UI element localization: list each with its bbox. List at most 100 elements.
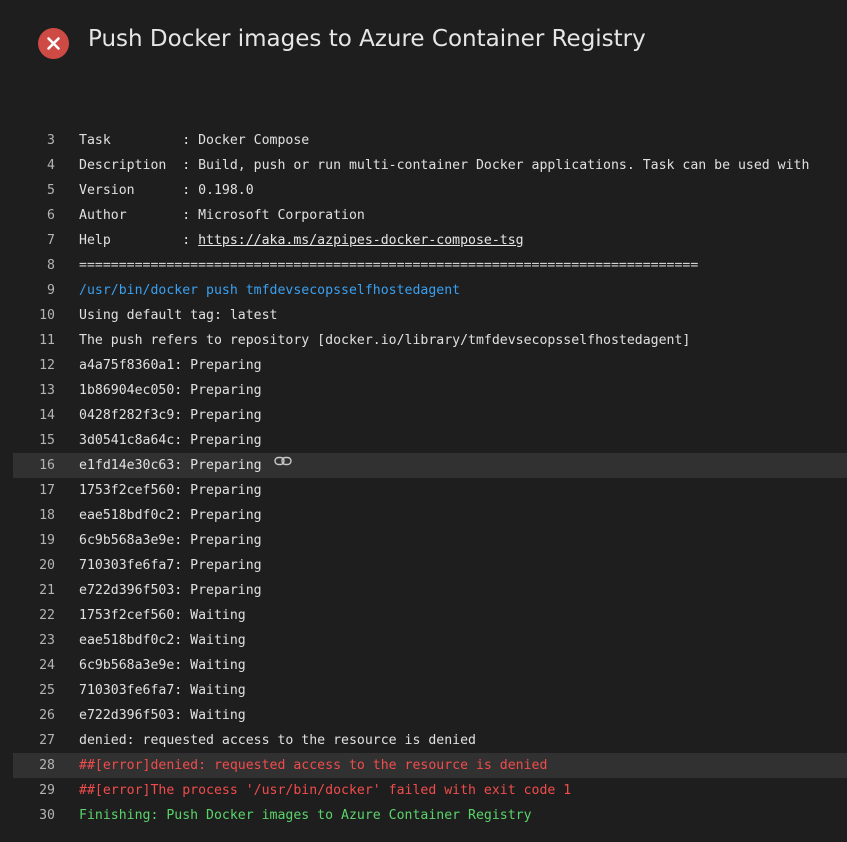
log-line[interactable]: 5 Version : 0.198.0 [0,178,847,203]
log-line-content: e722d396f503: Waiting [79,708,246,723]
log-line-text: eae518bdf0c2: Waiting [79,628,246,653]
log-line[interactable]: 18 eae518bdf0c2: Preparing [0,503,847,528]
log-line-content: a4a75f8360a1: Preparing [79,358,262,373]
help-link[interactable]: https://aka.ms/azpipes-docker-compose-ts… [198,233,524,248]
log-line[interactable]: 13 1b86904ec050: Preparing [0,378,847,403]
log-line[interactable]: 29 ##[error]The process '/usr/bin/docker'… [0,778,847,803]
log-line[interactable]: 17 1753f2cef560: Preparing [0,478,847,503]
line-number[interactable]: 9 [37,278,55,303]
log-line[interactable]: 15 3d0541c8a64c: Preparing [0,428,847,453]
link-icon[interactable] [273,453,292,476]
log-line[interactable]: 16 e1fd14e30c63: Preparing [13,453,847,478]
log-line-content: Finishing: Push Docker images to Azure C… [79,808,532,823]
log-line-text: 1753f2cef560: Preparing [79,478,262,503]
log-line[interactable]: 14 0428f282f3c9: Preparing [0,403,847,428]
log-line-content: Description : Build, push or run multi-c… [79,158,810,173]
log-line[interactable]: 7 Help : https://aka.ms/azpipes-docker-co… [0,228,847,253]
line-number[interactable]: 23 [37,628,55,653]
log-line[interactable]: 4 Description : Build, push or run multi-… [0,153,847,178]
log-line-text: 710303fe6fa7: Preparing [79,553,262,578]
log-line-text: ##[error]denied: requested access to the… [79,753,547,778]
log-line[interactable]: 22 1753f2cef560: Waiting [0,603,847,628]
log-line[interactable]: 10 Using default tag: latest [0,303,847,328]
log-line-text: Description : Build, push or run multi-c… [79,153,809,178]
line-number[interactable]: 3 [37,128,55,153]
log-line[interactable]: 9/usr/bin/docker push tmfdevsecopsselfho… [0,278,847,303]
log-line[interactable]: 23 eae518bdf0c2: Waiting [0,628,847,653]
log-line[interactable]: 28 ##[error]denied: requested access to t… [13,753,847,778]
line-number[interactable]: 7 [37,228,55,253]
line-number[interactable]: 27 [37,728,55,753]
log-line[interactable]: 20 710303fe6fa7: Preparing [0,553,847,578]
log-line[interactable]: 26 e722d396f503: Waiting [0,703,847,728]
log-line[interactable]: 27 denied: requested access to the resour… [0,728,847,753]
log-line-text: 0428f282f3c9: Preparing [79,403,262,428]
log-line-content: Using default tag: latest [79,308,278,323]
line-number[interactable]: 19 [37,528,55,553]
log-line-text: The push refers to repository [docker.io… [79,328,690,353]
log-line-text: 3d0541c8a64c: Preparing [79,428,262,453]
log-line[interactable]: 6 Author : Microsoft Corporation [0,203,847,228]
log-line-text: 710303fe6fa7: Waiting [79,678,246,703]
log-line-text: 1b86904ec050: Preparing [79,378,262,403]
log-line-content: 710303fe6fa7: Waiting [79,683,246,698]
page-title: Push Docker images to Azure Container Re… [88,26,646,52]
log-line-content: Help : [79,233,199,248]
log-line-text: Help : https://aka.ms/azpipes-docker-com… [79,228,524,253]
log-line-content: 1b86904ec050: Preparing [79,383,262,398]
line-number[interactable]: 25 [37,678,55,703]
line-number[interactable]: 15 [37,428,55,453]
line-number[interactable]: 21 [37,578,55,603]
line-number[interactable]: 30 [37,803,55,828]
line-number[interactable]: 22 [37,603,55,628]
line-number[interactable]: 12 [37,353,55,378]
log-line[interactable]: 19 6c9b568a3e9e: Preparing [0,528,847,553]
log-line-text: 1753f2cef560: Waiting [79,603,246,628]
log-line-content: ##[error]denied: requested access to the… [79,758,548,773]
log-line-content: Task : Docker Compose [79,133,310,148]
log-line[interactable]: 12 a4a75f8360a1: Preparing [0,353,847,378]
line-number[interactable]: 13 [37,378,55,403]
log-line-content: 1753f2cef560: Waiting [79,608,246,623]
line-number[interactable]: 4 [37,153,55,178]
log-line-content: /usr/bin/docker push tmfdevsecopsselfhos… [79,283,461,298]
log-line[interactable]: 24 6c9b568a3e9e: Waiting [0,653,847,678]
log-line[interactable]: 21 e722d396f503: Preparing [0,578,847,603]
line-number[interactable]: 8 [37,253,55,278]
log-header: Push Docker images to Azure Container Re… [0,0,847,86]
log-line-text: Finishing: Push Docker images to Azure C… [79,803,532,828]
log-line[interactable]: 30 Finishing: Push Docker images to Azure… [0,803,847,828]
log-line[interactable]: 3 Task : Docker Compose [0,128,847,153]
log-line-text: Version : 0.198.0 [79,178,254,203]
log-line-text: Task : Docker Compose [79,128,309,153]
log-line-content: 0428f282f3c9: Preparing [79,408,262,423]
log-line-content: Version : 0.198.0 [79,183,254,198]
line-number[interactable]: 14 [37,403,55,428]
line-number[interactable]: 29 [37,778,55,803]
line-number[interactable]: 16 [37,453,55,478]
log-line-content: ##[error]The process '/usr/bin/docker' f… [79,783,572,798]
log-line-text: 6c9b568a3e9e: Waiting [79,653,246,678]
log-line-text: ##[error]The process '/usr/bin/docker' f… [79,778,571,803]
log-line-content: Author : Microsoft Corporation [79,208,365,223]
line-number[interactable]: 17 [37,478,55,503]
log-line-content: 6c9b568a3e9e: Preparing [79,533,262,548]
log-line-content: 710303fe6fa7: Preparing [79,558,262,573]
log-line[interactable]: 11 The push refers to repository [docker.… [0,328,847,353]
log-line-text: denied: requested access to the resource… [79,728,476,753]
line-number[interactable]: 18 [37,503,55,528]
line-number[interactable]: 26 [37,703,55,728]
line-number[interactable]: 28 [37,753,55,778]
log-line[interactable]: 8 =======================================… [0,253,847,278]
log-line[interactable]: 25 710303fe6fa7: Waiting [0,678,847,703]
line-number[interactable]: 10 [37,303,55,328]
line-number[interactable]: 24 [37,653,55,678]
line-number[interactable]: 20 [37,553,55,578]
line-number[interactable]: 11 [37,328,55,353]
line-number[interactable]: 6 [37,203,55,228]
log-line-text: ========================================… [79,253,698,278]
log-line-text: /usr/bin/docker push tmfdevsecopsselfhos… [79,278,460,303]
line-number[interactable]: 5 [37,178,55,203]
log-line-content: e1fd14e30c63: Preparing [79,458,262,473]
log-line-text: eae518bdf0c2: Preparing [79,503,262,528]
